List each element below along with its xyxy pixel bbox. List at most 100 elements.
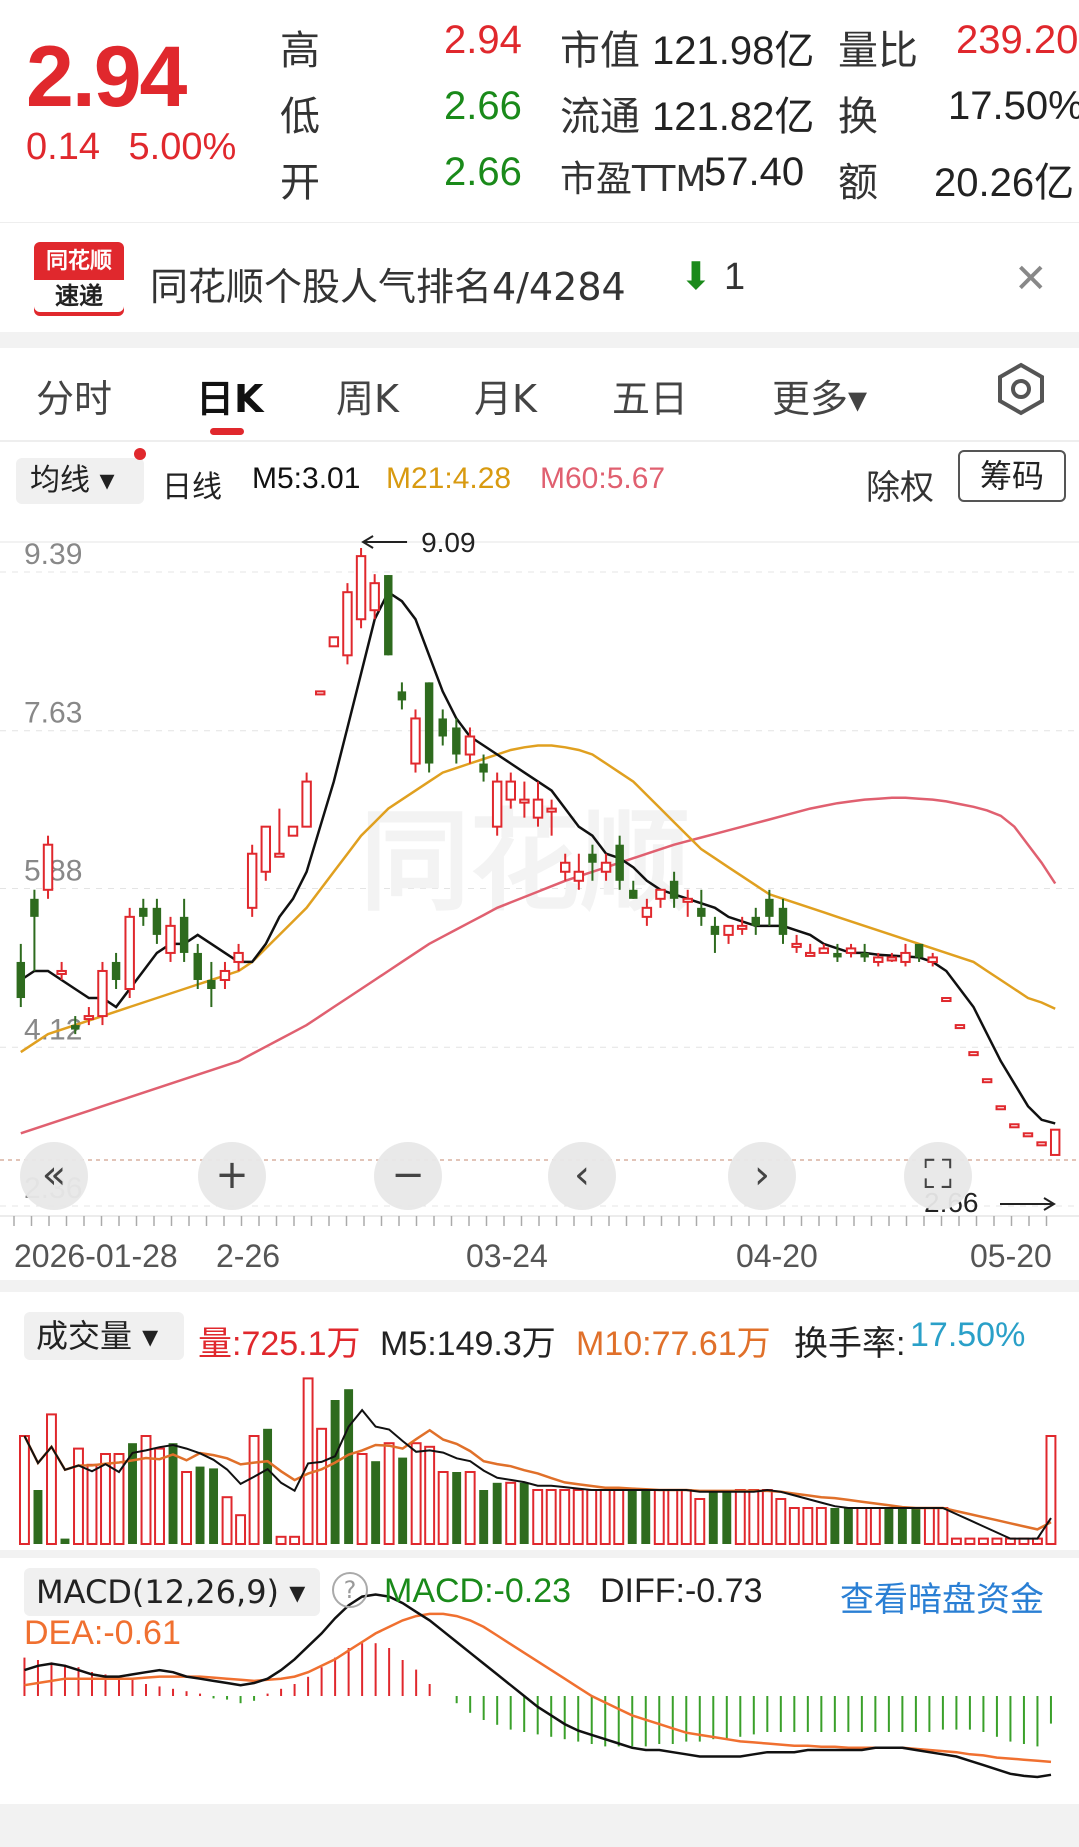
candle-body: [479, 763, 488, 773]
candle-body: [697, 907, 706, 917]
open-label: 开: [280, 160, 320, 206]
candle-body: [751, 916, 760, 926]
candle-body: [629, 889, 638, 899]
tab-monthly-k[interactable]: 月K: [474, 368, 537, 423]
tab-five-day[interactable]: 五日: [612, 368, 688, 423]
volume-m10: M10:77.61万: [576, 1325, 771, 1363]
candle-body: [328, 636, 340, 648]
candle-body: [30, 898, 39, 917]
ma21-label: M21:4.28: [386, 462, 512, 495]
volume-bar: [371, 1461, 381, 1544]
bottom-bar: [0, 1804, 1079, 1847]
logo-bottom-text: 速递: [34, 280, 124, 312]
candle-body: [641, 906, 653, 918]
volume-bar: [964, 1537, 976, 1545]
candle-body: [778, 907, 788, 935]
candle-body: [219, 969, 231, 981]
float-label: 流通: [560, 94, 640, 140]
candle-body: [260, 825, 272, 873]
macd-value: MACD:-0.23: [384, 1572, 572, 1610]
candle-body: [941, 997, 952, 1003]
zoom-in-icon[interactable]: +: [198, 1142, 266, 1210]
volume-bar: [437, 1471, 449, 1545]
notification-dot: [134, 448, 146, 460]
candle-body: [342, 591, 353, 657]
settings-icon[interactable]: [994, 362, 1048, 416]
volume-bar: [383, 1442, 395, 1546]
volume-bar: [884, 1508, 894, 1544]
mktcap-value: 121.98亿: [652, 29, 815, 73]
scroll-left-icon[interactable]: ‹: [548, 1142, 616, 1210]
macd-selector[interactable]: MACD(12,26,9) ▾: [24, 1568, 320, 1616]
amount-label: 额: [838, 160, 878, 206]
candle-body: [532, 798, 544, 819]
candle-body: [546, 807, 557, 813]
candle-body: [193, 952, 202, 980]
candle-body: [723, 924, 734, 936]
candle-body: [71, 1025, 80, 1030]
candle-body: [424, 682, 434, 764]
arrow-down-icon: ⬇: [680, 254, 712, 298]
volume-bar: [694, 1498, 706, 1545]
volume-m5: M5:149.3万: [380, 1325, 556, 1363]
candle-body: [560, 861, 571, 873]
candle-body: [573, 870, 585, 882]
volume-bar: [60, 1538, 70, 1544]
tab-daily-k[interactable]: 日K: [196, 368, 263, 423]
candle-body: [491, 780, 503, 828]
chuquan-button[interactable]: 除权: [866, 460, 934, 509]
close-icon[interactable]: ✕: [1014, 256, 1048, 302]
ma-selector[interactable]: 均线 ▾: [16, 458, 144, 504]
volume-bar: [532, 1489, 544, 1545]
volume-bar: [424, 1445, 436, 1545]
volume-bar: [221, 1496, 233, 1546]
candle-body: [1009, 1123, 1020, 1129]
volume-bar: [843, 1508, 853, 1544]
candle-body: [519, 798, 530, 804]
scroll-right-icon[interactable]: ›: [728, 1142, 796, 1210]
tab-weekly-k[interactable]: 周K: [336, 368, 399, 423]
candle-body: [1036, 1141, 1047, 1147]
help-icon[interactable]: ?: [332, 1572, 368, 1608]
tab-fenshi[interactable]: 分时: [36, 368, 112, 423]
popularity-rank-text: 同花顺个股人气排名4/4284: [150, 265, 626, 309]
pe-value: 57.40: [704, 150, 805, 194]
volume-bar: [667, 1489, 679, 1545]
candle-body: [860, 952, 869, 958]
candle-body: [397, 691, 407, 701]
volume-bar: [356, 1453, 368, 1545]
volume-bar: [86, 1463, 98, 1545]
rank-change: 1: [724, 256, 746, 298]
turnover-label: 换: [838, 94, 878, 140]
candle-body: [954, 1024, 966, 1030]
fullscreen-icon[interactable]: ⛶: [904, 1142, 972, 1210]
volume-bar: [479, 1490, 489, 1544]
volume-selector[interactable]: 成交量 ▾: [24, 1312, 184, 1360]
volume-bar: [492, 1482, 502, 1544]
ma5-label: M5:3.01: [252, 462, 361, 495]
ths-logo: 同花顺 速递: [34, 242, 124, 316]
price-axis-label: 4.12: [24, 1013, 82, 1046]
scroll-left-fast-icon[interactable]: «: [20, 1142, 88, 1210]
zoom-out-icon[interactable]: −: [374, 1142, 442, 1210]
dark-pool-link[interactable]: 查看暗盘资金: [840, 1572, 1044, 1621]
low-label: 低: [280, 94, 320, 140]
candle-body: [655, 888, 666, 900]
volume-bar: [856, 1507, 868, 1545]
volratio-value: 239.20: [956, 18, 1079, 62]
candle-body: [886, 956, 898, 962]
volume-bar: [923, 1507, 935, 1545]
candle-body: [438, 718, 447, 737]
candle-body: [1022, 1132, 1034, 1138]
candle-body: [139, 907, 148, 917]
volume-bar: [505, 1481, 517, 1545]
volume-bar: [586, 1489, 598, 1545]
candle-body: [981, 1078, 993, 1084]
tab-more[interactable]: 更多▾: [772, 368, 867, 423]
volume-bar: [316, 1427, 328, 1545]
volume-bar: [991, 1537, 1003, 1545]
volume-bar: [722, 1490, 732, 1544]
volratio-label: 量比: [838, 28, 918, 74]
chouma-button[interactable]: 筹码: [958, 450, 1066, 502]
candle-body: [274, 852, 285, 858]
